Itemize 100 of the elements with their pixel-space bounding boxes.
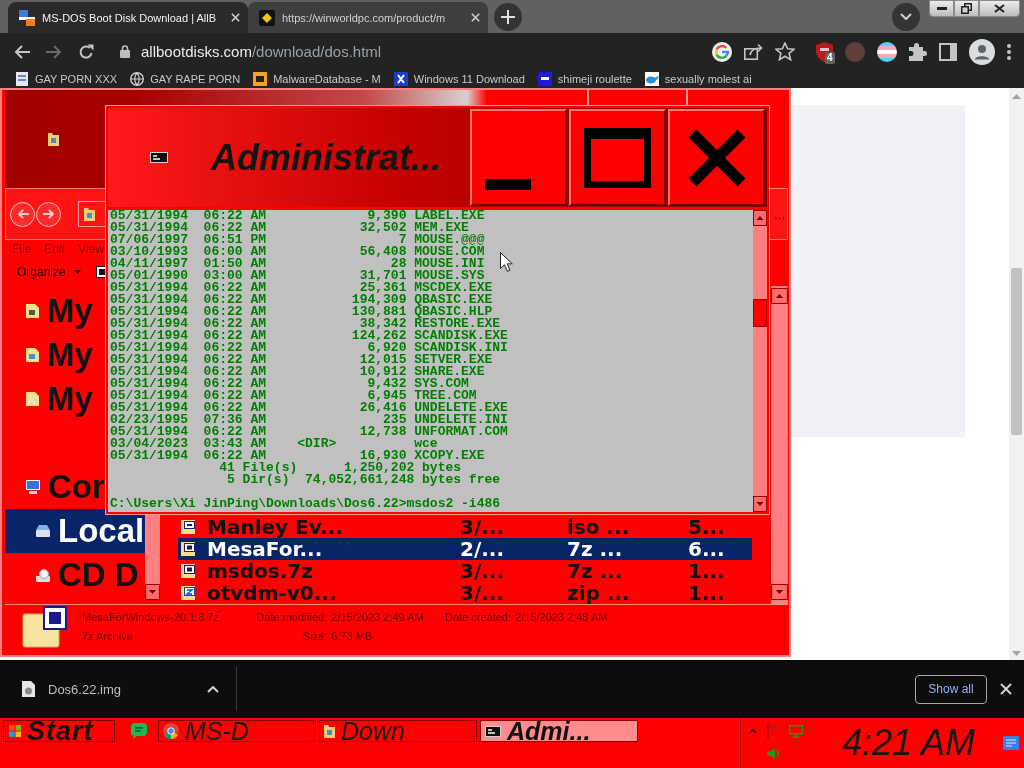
- restore-button[interactable]: [954, 0, 979, 17]
- console-icon: [485, 725, 501, 737]
- console-line: 05/01/1990 03:00 AM 31,701 MOUSE.SYS: [110, 270, 485, 282]
- minimize-button[interactable]: [470, 109, 567, 206]
- tree-item[interactable]: My: [5, 333, 93, 377]
- tree-item[interactable]: CD D: [5, 553, 139, 597]
- console-line: 03/04/2023 03:43 AM <DIR> wce: [110, 438, 438, 450]
- chevron-down-icon: [900, 13, 912, 20]
- bookmark[interactable]: GAY RAPE PORN: [130, 72, 241, 86]
- bookmark[interactable]: MalwareDatabase - M: [253, 72, 381, 86]
- document-icon: [26, 348, 39, 362]
- close-icon[interactable]: [471, 13, 480, 22]
- close-icon[interactable]: [1000, 683, 1012, 695]
- file-row[interactable]: MesaFor... 2/... 7z ... 6...: [178, 538, 752, 560]
- drive-icon: [36, 525, 50, 537]
- scroll-down-icon[interactable]: [753, 496, 767, 512]
- file-icon: [181, 542, 195, 556]
- console-line: 05/31/1994 06:22 AM 124,262 SCANDISK.EXE: [110, 330, 508, 342]
- maximize-button[interactable]: [569, 109, 666, 206]
- scrollbar[interactable]: [145, 515, 160, 600]
- file-row[interactable]: otvdm-v0... 3/... zip ... 1...: [178, 582, 752, 604]
- start-button[interactable]: Start: [3, 720, 115, 742]
- back-icon[interactable]: [14, 44, 30, 59]
- browser-tab[interactable]: https://winworldpc.com/product/m: [248, 2, 488, 33]
- computer-icon: [26, 480, 40, 494]
- puzzle-icon[interactable]: [909, 42, 927, 61]
- file-icon: [181, 564, 195, 578]
- console-line: 05/31/1994 06:22 AM 194,309 QBASIC.EXE: [110, 294, 493, 306]
- new-tab-button[interactable]: [494, 2, 522, 31]
- command-prompt[interactable]: C:\Users\Xi JinPing\Downloads\Dos6.22>msdos2 -i486: [110, 498, 501, 510]
- forward-button[interactable]: [36, 201, 61, 227]
- file-row[interactable]: msdos.7z 3/... 7z ... 1...: [178, 560, 752, 582]
- browser-tab[interactable]: MS-DOS Boot Disk Download | AllB: [8, 2, 248, 33]
- minimize-button[interactable]: [929, 0, 954, 17]
- console-line: 05/31/1994 06:22 AM 25,361 MSCDEX.EXE: [110, 282, 493, 294]
- file-size: 1...: [688, 560, 725, 582]
- show-all-button[interactable]: Show all: [915, 674, 987, 704]
- close-icon[interactable]: [231, 13, 240, 22]
- tab-search-button[interactable]: [892, 2, 920, 31]
- bookmark[interactable]: Windows 11 Download: [393, 72, 525, 86]
- tree-item[interactable]: Cor: [5, 465, 105, 509]
- address-bar[interactable]: allbootdisks.com/download/dos.html: [106, 37, 700, 66]
- tree-item[interactable]: My: [5, 377, 93, 421]
- taskbar-button[interactable]: MS-D: [158, 720, 316, 742]
- tree-item[interactable]: My: [5, 289, 93, 333]
- document-icon: [26, 304, 39, 318]
- bookmark[interactable]: GAY PORN XXX: [15, 72, 118, 86]
- start-logo-icon: [9, 725, 21, 737]
- file-icon: [181, 520, 195, 534]
- scrollbar[interactable]: [771, 286, 788, 604]
- more-icon[interactable]: [1007, 43, 1011, 60]
- tiles-icon: [19, 9, 35, 26]
- folder-icon: [324, 724, 335, 738]
- bookmark[interactable]: shimeji roulette: [537, 72, 632, 86]
- field-label: Date created:: [445, 610, 512, 625]
- close-button[interactable]: [668, 109, 765, 206]
- file-name: otvdm-v0...: [207, 582, 337, 604]
- file-date: 2/...: [460, 538, 504, 560]
- mouse-pointer-icon: [500, 252, 513, 272]
- console-line: 05/31/1994 06:22 AM 16,930 XCOPY.EXE: [110, 450, 485, 462]
- scroll-up-icon[interactable]: [753, 210, 767, 226]
- scrollbar-thumb[interactable]: [753, 299, 767, 327]
- scroll-up-icon[interactable]: [771, 288, 788, 304]
- reload-icon[interactable]: [78, 43, 94, 60]
- notification-count: 4: [825, 51, 835, 64]
- file-name: MesaForWindows-20.1.8.7z: [82, 610, 219, 625]
- disc-drive-icon: [36, 568, 50, 582]
- tree-item[interactable]: Local: [5, 509, 145, 553]
- console-icon: [150, 152, 168, 163]
- scrollbar-thumb[interactable]: [1011, 268, 1022, 435]
- bookmark[interactable]: sexually molest ai: [644, 72, 752, 86]
- download-file-name[interactable]: Dos6.22.img: [48, 681, 121, 697]
- clock[interactable]: 4:21 AM: [842, 725, 975, 761]
- field-label: Size:: [302, 629, 328, 644]
- console-line: 05/31/1994 06:22 AM 26,416 UNDELETE.EXE: [110, 402, 508, 414]
- scrollbar[interactable]: [753, 210, 767, 512]
- file-size: 5...: [688, 516, 725, 538]
- console-line: 07/06/1997 06:51 PM 7 MOUSE.@@@: [110, 234, 485, 246]
- arrow-left-icon: [16, 209, 29, 219]
- organize-button[interactable]: Organize: [17, 261, 81, 283]
- g-logo-icon[interactable]: [712, 41, 732, 62]
- scroll-down-icon[interactable]: [771, 584, 788, 600]
- profile-icon[interactable]: [969, 38, 995, 65]
- overflow-button[interactable]: ...: [774, 206, 785, 222]
- scroll-down-icon[interactable]: [145, 584, 160, 600]
- file-type: 7z ...: [567, 538, 623, 560]
- striped-circle-icon[interactable]: [877, 41, 897, 62]
- file-date: 3/...: [460, 516, 504, 538]
- console-line: 05/31/1994 06:22 AM 9,390 LABEL.EXE: [110, 210, 485, 222]
- console-line: 05/31/1994 06:22 AM 6,920 SCANDISK.INI: [110, 342, 508, 354]
- close-button[interactable]: [979, 0, 1020, 17]
- star-icon[interactable]: [775, 42, 795, 61]
- taskbar-button[interactable]: Down: [319, 720, 477, 742]
- sidebar-icon[interactable]: [939, 42, 957, 61]
- file-type: iso ...: [567, 516, 630, 538]
- scrollbar[interactable]: [1009, 88, 1024, 660]
- taskbar-button[interactable]: Admi...: [480, 720, 638, 742]
- file-row[interactable]: Manley Ev... 3/... iso ... 5...: [178, 516, 752, 538]
- share-icon[interactable]: [744, 43, 763, 60]
- back-button[interactable]: [10, 201, 35, 227]
